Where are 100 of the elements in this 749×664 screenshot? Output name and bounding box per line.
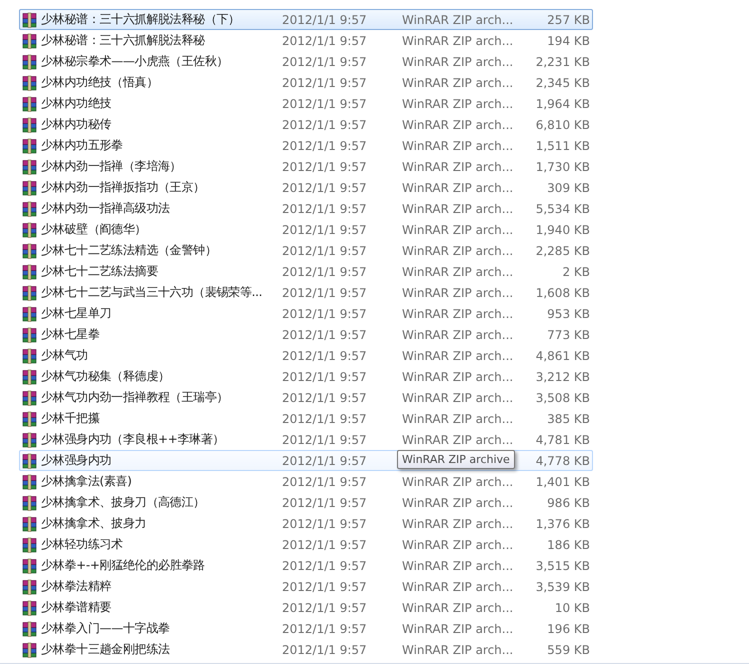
file-row[interactable]: 少林七星拳 2012/1/1 9:57 WinRAR ZIP arch... 773 KB	[19, 324, 593, 345]
date-modified: 2012/1/1 9:57	[282, 600, 368, 614]
file-row[interactable]: 少林内劲一指禅扳指功（王京） 2012/1/1 9:57 WinRAR ZIP arch... 309 KB	[19, 177, 593, 198]
file-name: 少林强身内功	[41, 452, 112, 469]
date-modified: 2012/1/1 9:57	[282, 160, 368, 174]
file-row[interactable]: 少林拳谱精要 2012/1/1 9:57 WinRAR ZIP arch... 10 KB	[19, 597, 593, 618]
file-row[interactable]: 少林强身内功（李良根++李琳著） 2012/1/1 9:57 WinRAR ZIP arch... 4,781 KB	[19, 429, 593, 450]
file-size: 1,964 KB	[536, 96, 591, 110]
file-size: 4,778 KB	[536, 454, 591, 468]
date-modified: 2012/1/1 9:57	[282, 390, 368, 404]
file-row[interactable]: 少林拳+-+刚猛绝伦的必胜拳路 2012/1/1 9:57 WinRAR ZIP arch... 3,515 KB	[19, 555, 593, 576]
file-type: WinRAR ZIP arch...	[402, 642, 514, 656]
file-row[interactable]: 少林内功五形拳 2012/1/1 9:57 WinRAR ZIP arch... 1,511 KB	[19, 135, 593, 156]
date-modified: 2012/1/1 9:57	[282, 432, 368, 446]
file-size: 3,212 KB	[536, 370, 591, 384]
file-row[interactable]: 少林内劲一指禅（李培海） 2012/1/1 9:57 WinRAR ZIP arch... 1,730 KB	[19, 156, 593, 177]
file-type: WinRAR ZIP arch...	[402, 54, 514, 68]
tooltip: WinRAR ZIP archive	[397, 450, 515, 469]
file-name: 少林秘谱：三十六抓解脱法释秘（下）	[41, 11, 241, 28]
file-name: 少林气功内劲一指禅教程（王瑞亭）	[41, 389, 230, 406]
file-row[interactable]: 少林内功秘传 2012/1/1 9:57 WinRAR ZIP arch... 6,810 KB	[19, 114, 593, 135]
archive-icon	[22, 558, 38, 574]
archive-icon	[22, 96, 38, 112]
file-name: 少林擒拿术、披身力	[41, 515, 148, 532]
file-name: 少林擒拿术、披身刀（高德江）	[41, 494, 206, 511]
file-row[interactable]: 少林气功 2012/1/1 9:57 WinRAR ZIP arch... 4,861 KB	[19, 345, 593, 366]
file-type: WinRAR ZIP arch...	[402, 516, 514, 530]
archive-icon	[22, 600, 38, 616]
file-row[interactable]: 少林秘宗拳术——小虎燕（王佐秋） 2012/1/1 9:57 WinRAR ZIP arch... 2,231 KB	[19, 51, 593, 72]
file-name: 少林气功	[41, 347, 89, 364]
date-modified: 2012/1/1 9:57	[282, 96, 368, 110]
archive-icon	[22, 536, 38, 552]
date-modified: 2012/1/1 9:57	[282, 348, 368, 362]
date-modified: 2012/1/1 9:57	[282, 244, 368, 258]
file-size: 10 KB	[554, 600, 591, 614]
date-modified: 2012/1/1 9:57	[282, 264, 368, 278]
file-type: WinRAR ZIP arch...	[402, 160, 514, 174]
file-type: WinRAR ZIP arch...	[402, 96, 514, 110]
file-name: 少林拳入门——十字战拳	[41, 620, 171, 637]
file-row[interactable]: 少林内功绝技 2012/1/1 9:57 WinRAR ZIP arch... 1,964 KB	[19, 93, 593, 114]
file-row[interactable]: 少林强身内功 2012/1/1 9:57 WinRAR ZIP archive 4,778 KB	[19, 450, 593, 471]
file-name: 少林强身内功（李良根++李琳著）	[41, 431, 226, 448]
date-modified: 2012/1/1 9:57	[282, 558, 368, 572]
file-size: 186 KB	[547, 538, 591, 552]
file-type: WinRAR ZIP arch...	[402, 390, 514, 404]
file-name: 少林内功五形拳	[41, 137, 124, 154]
archive-icon	[22, 452, 38, 468]
file-row[interactable]: 少林千把攥 2012/1/1 9:57 WinRAR ZIP arch... 385 KB	[19, 408, 593, 429]
date-modified: 2012/1/1 9:57	[282, 118, 368, 132]
file-type: WinRAR ZIP arch...	[402, 222, 514, 236]
file-size: 309 KB	[547, 180, 591, 194]
file-type: WinRAR ZIP arch...	[402, 348, 514, 362]
file-row[interactable]: 少林七十二艺练法精选（金警钟） 2012/1/1 9:57 WinRAR ZIP arch... 2,285 KB	[19, 240, 593, 261]
date-modified: 2012/1/1 9:57	[282, 76, 368, 90]
date-modified: 2012/1/1 9:57	[282, 328, 368, 342]
file-row[interactable]: 少林内功绝技（悟真） 2012/1/1 9:57 WinRAR ZIP arch... 2,345 KB	[19, 72, 593, 93]
file-size: 196 KB	[547, 622, 591, 636]
date-modified: 2012/1/1 9:57	[282, 412, 368, 426]
file-row[interactable]: 少林内劲一指禅高级功法 2012/1/1 9:57 WinRAR ZIP arch... 5,534 KB	[19, 198, 593, 219]
archive-icon	[22, 474, 38, 490]
file-row[interactable]: 少林秘谱：三十六抓解脱法释秘 2012/1/1 9:57 WinRAR ZIP arch... 194 KB	[19, 30, 593, 51]
file-type: WinRAR ZIP arch...	[402, 264, 514, 278]
archive-icon	[22, 138, 38, 154]
archive-icon	[22, 306, 38, 322]
file-row[interactable]: 少林破壁（阎德华） 2012/1/1 9:57 WinRAR ZIP arch... 1,940 KB	[19, 219, 593, 240]
date-modified: 2012/1/1 9:57	[282, 222, 368, 236]
file-type: WinRAR ZIP arch...	[402, 244, 514, 258]
file-name: 少林内劲一指禅扳指功（王京）	[41, 179, 206, 196]
file-row[interactable]: 少林拳法精粹 2012/1/1 9:57 WinRAR ZIP arch... 3,539 KB	[19, 576, 593, 597]
file-name: 少林七十二艺练法摘要	[41, 263, 160, 280]
file-size: 3,539 KB	[536, 580, 591, 594]
file-row[interactable]: 少林气功秘集（释德虔） 2012/1/1 9:57 WinRAR ZIP arch... 3,212 KB	[19, 366, 593, 387]
file-row[interactable]: 少林七十二艺练法摘要 2012/1/1 9:57 WinRAR ZIP arch... 2 KB	[19, 261, 593, 282]
archive-icon	[22, 326, 38, 342]
date-modified: 2012/1/1 9:57	[282, 496, 368, 510]
date-modified: 2012/1/1 9:57	[282, 622, 368, 636]
file-row[interactable]: 少林七十二艺与武当三十六功（裴锡荣等... 2012/1/1 9:57 WinRAR ZIP arch... 1,608 KB	[19, 282, 593, 303]
file-name: 少林内劲一指禅高级功法	[41, 200, 171, 217]
date-modified: 2012/1/1 9:57	[282, 538, 368, 552]
file-row[interactable]: 少林轻功练习术 2012/1/1 9:57 WinRAR ZIP arch... 186 KB	[19, 534, 593, 555]
file-name: 少林内劲一指禅（李培海）	[41, 158, 182, 175]
archive-icon	[22, 222, 38, 238]
file-size: 2,231 KB	[536, 54, 591, 68]
file-row[interactable]: 少林气功内劲一指禅教程（王瑞亭） 2012/1/1 9:57 WinRAR ZIP arch... 3,508 KB	[19, 387, 593, 408]
file-row[interactable]: 少林拳入门——十字战拳 2012/1/1 9:57 WinRAR ZIP arch... 196 KB	[19, 618, 593, 639]
file-name: 少林拳谱精要	[41, 599, 112, 616]
file-row[interactable]: 少林秘谱：三十六抓解脱法释秘（下） 2012/1/1 9:57 WinRAR ZIP arch... 257 KB	[19, 9, 593, 30]
file-type: WinRAR ZIP arch...	[402, 600, 514, 614]
file-name: 少林气功秘集（释德虔）	[41, 368, 171, 385]
file-name: 少林七星单刀	[41, 305, 112, 322]
file-name: 少林破壁（阎德华）	[41, 221, 148, 238]
file-type: WinRAR ZIP arch...	[402, 622, 514, 636]
date-modified: 2012/1/1 9:57	[282, 580, 368, 594]
file-row[interactable]: 少林拳十三趟金刚把练法 2012/1/1 9:57 WinRAR ZIP arch... 559 KB	[19, 639, 593, 660]
file-row[interactable]: 少林擒拿术、披身力 2012/1/1 9:57 WinRAR ZIP arch... 1,376 KB	[19, 513, 593, 534]
file-row[interactable]: 少林擒拿术、披身刀（高德江） 2012/1/1 9:57 WinRAR ZIP arch... 986 KB	[19, 492, 593, 513]
file-row[interactable]: 少林擒拿法(素喜) 2012/1/1 9:57 WinRAR ZIP arch... 1,401 KB	[19, 471, 593, 492]
file-row[interactable]: 少林七星单刀 2012/1/1 9:57 WinRAR ZIP arch... 953 KB	[19, 303, 593, 324]
file-size: 1,511 KB	[536, 138, 591, 152]
archive-icon	[22, 368, 38, 384]
